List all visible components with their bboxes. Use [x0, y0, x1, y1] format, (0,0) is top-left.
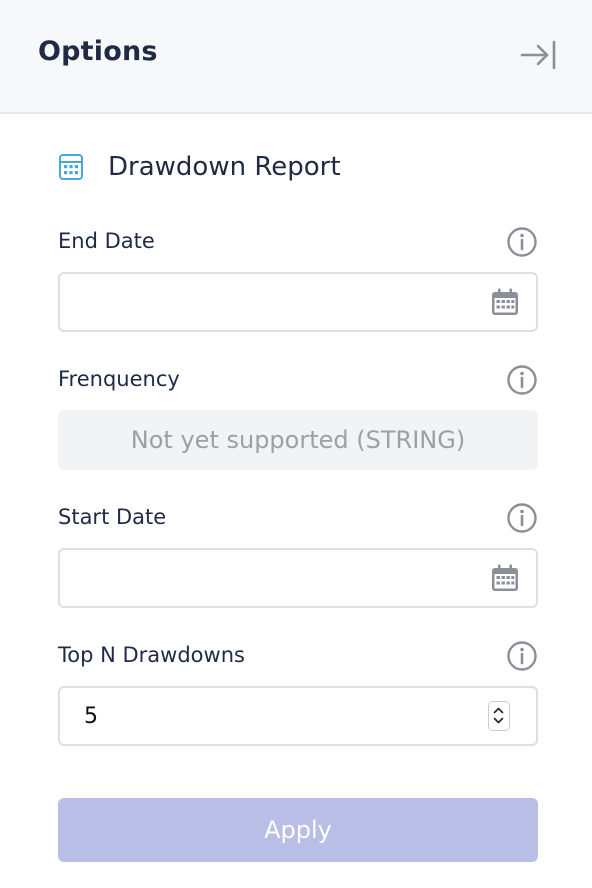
end-date-input[interactable]: [74, 274, 474, 330]
start-date-label: Start Date: [58, 505, 167, 529]
number-stepper[interactable]: [488, 701, 510, 731]
collapse-panel-button[interactable]: [518, 38, 558, 72]
frequency-unsupported-field: Not yet supported (STRING): [58, 410, 538, 470]
top-n-info-icon[interactable]: [506, 640, 538, 672]
stepper-arrows-icon: [493, 707, 504, 724]
collapse-right-icon: [520, 40, 556, 70]
panel-title: Options: [38, 36, 158, 67]
apply-button[interactable]: Apply: [58, 798, 538, 862]
end-date-label: End Date: [58, 229, 155, 253]
end-date-field[interactable]: [58, 272, 538, 332]
frequency-label: Frenquency: [58, 367, 180, 391]
calendar-icon[interactable]: [490, 563, 520, 593]
calculator-icon: [59, 154, 83, 180]
top-n-field[interactable]: [58, 686, 538, 746]
start-date-info-icon[interactable]: [506, 502, 538, 534]
start-date-field[interactable]: [58, 548, 538, 608]
top-n-drawdowns-label: Top N Drawdowns: [58, 643, 245, 667]
start-date-input[interactable]: [74, 550, 474, 606]
top-n-input[interactable]: [84, 688, 484, 744]
options-header: Options: [0, 0, 592, 114]
report-title: Drawdown Report: [108, 152, 341, 182]
end-date-info-icon[interactable]: [506, 226, 538, 258]
calendar-icon[interactable]: [490, 287, 520, 317]
frequency-info-icon[interactable]: [506, 364, 538, 396]
report-heading: Drawdown Report: [58, 150, 341, 184]
